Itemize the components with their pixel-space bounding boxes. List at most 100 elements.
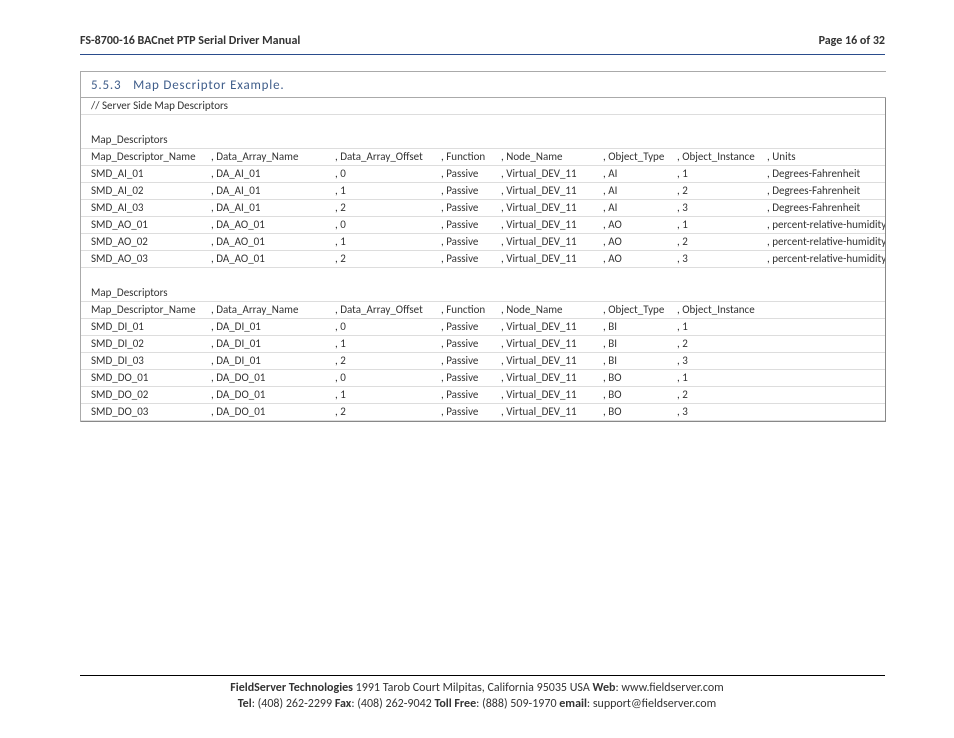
table-cell: , Virtual_DEV_11 xyxy=(501,217,603,233)
table-cell: , AO xyxy=(603,251,677,267)
table-cell: , percent-relative-humidity xyxy=(767,217,885,233)
col-header: , Data_Array_Name xyxy=(211,302,335,318)
table-row: SMD_AI_01, DA_AI_01, 0, Passive, Virtual… xyxy=(81,166,885,183)
table-cell: , Virtual_DEV_11 xyxy=(501,353,603,369)
table-row: SMD_DI_02, DA_DI_01, 1, Passive, Virtual… xyxy=(81,336,885,353)
table-cell: , 2 xyxy=(335,404,441,420)
table-row: SMD_DO_01, DA_DO_01, 0, Passive, Virtual… xyxy=(81,370,885,387)
table-cell: , Passive xyxy=(441,234,501,250)
col-header: , Function xyxy=(441,302,501,318)
block-label-row: Map_Descriptors xyxy=(81,285,885,302)
table-cell: , 3 xyxy=(677,200,767,216)
table-cell: , Passive xyxy=(441,200,501,216)
table-cell: , 3 xyxy=(677,353,767,369)
col-header: , Node_Name xyxy=(501,149,603,165)
col-header: , Object_Type xyxy=(603,302,677,318)
table-cell: , Passive xyxy=(441,166,501,182)
col-header: , Data_Array_Offset xyxy=(335,149,441,165)
table-cell: , Virtual_DEV_11 xyxy=(501,319,603,335)
table-cell: , 1 xyxy=(335,183,441,199)
table-row: SMD_DO_02, DA_DO_01, 1, Passive, Virtual… xyxy=(81,387,885,404)
fax-value: : (408) 262-9042 xyxy=(351,697,434,711)
col-header: Map_Descriptor_Name xyxy=(91,149,211,165)
table-cell: , Virtual_DEV_11 xyxy=(501,166,603,182)
footer-line-2: Tel: (408) 262-2299 Fax: (408) 262-9042 … xyxy=(0,696,954,712)
col-header: , Units xyxy=(767,149,885,165)
blank-row xyxy=(81,268,885,285)
table-cell: , DA_DI_01 xyxy=(211,319,335,335)
table-cell: , BI xyxy=(603,336,677,352)
table-cell: , percent-relative-humidity xyxy=(767,251,885,267)
table-cell: , 0 xyxy=(335,370,441,386)
comment-text: // Server Side Map Descriptors xyxy=(91,98,228,114)
section-number: 5.5.3 xyxy=(91,78,129,93)
email-label: email xyxy=(559,697,587,711)
table-cell: , Virtual_DEV_11 xyxy=(501,336,603,352)
table-cell: , 3 xyxy=(677,404,767,420)
table-cell: , Virtual_DEV_11 xyxy=(501,387,603,403)
table-cell: SMD_AI_01 xyxy=(91,166,211,182)
table-header-row: Map_Descriptor_Name , Data_Array_Name , … xyxy=(81,302,885,319)
table-cell: , DA_DO_01 xyxy=(211,404,335,420)
table-cell: , 1 xyxy=(677,166,767,182)
section-heading: 5.5.3 Map Descriptor Example. xyxy=(81,72,886,98)
table-cell: SMD_DI_02 xyxy=(91,336,211,352)
doc-title: FS-8700-16 BACnet PTP Serial Driver Manu… xyxy=(80,34,300,48)
table-cell: , 2 xyxy=(335,251,441,267)
table-row: SMD_DI_01, DA_DI_01, 0, Passive, Virtual… xyxy=(81,319,885,336)
table-cell: , AI xyxy=(603,183,677,199)
content-box: 5.5.3 Map Descriptor Example. // Server … xyxy=(80,71,886,422)
table-cell: SMD_DO_01 xyxy=(91,370,211,386)
block-label-row: Map_Descriptors xyxy=(81,132,885,149)
table-cell: , Passive xyxy=(441,251,501,267)
table-cell: , 3 xyxy=(677,251,767,267)
table-cell: , Passive xyxy=(441,217,501,233)
table-cell: , DA_AI_01 xyxy=(211,183,335,199)
table-cell: , DA_AO_01 xyxy=(211,217,335,233)
table-cell: , 2 xyxy=(677,387,767,403)
comment-row: // Server Side Map Descriptors xyxy=(81,98,885,115)
table-cell: , Virtual_DEV_11 xyxy=(501,200,603,216)
block-label: Map_Descriptors xyxy=(91,132,211,148)
fax-label: Fax xyxy=(335,697,352,711)
table-cell: , 1 xyxy=(677,217,767,233)
table-cell: SMD_AI_03 xyxy=(91,200,211,216)
col-header: , Function xyxy=(441,149,501,165)
table-cell: , BI xyxy=(603,319,677,335)
table-row: SMD_AI_03, DA_AI_01, 2, Passive, Virtual… xyxy=(81,200,885,217)
blank-row xyxy=(81,115,885,132)
table-cell: , DA_AO_01 xyxy=(211,234,335,250)
table-cell: , 1 xyxy=(335,387,441,403)
table-cell: SMD_DI_03 xyxy=(91,353,211,369)
col-header: , Node_Name xyxy=(501,302,603,318)
table-cell: SMD_DO_02 xyxy=(91,387,211,403)
toll-label: Toll Free xyxy=(434,697,476,711)
table-row: SMD_AO_02, DA_AO_01, 1, Passive, Virtual… xyxy=(81,234,885,251)
table-cell: , AI xyxy=(603,166,677,182)
table-row: SMD_DI_03, DA_DI_01, 2, Passive, Virtual… xyxy=(81,353,885,370)
table-cell: , BO xyxy=(603,404,677,420)
table-cell: , DA_AO_01 xyxy=(211,251,335,267)
table-cell: , Passive xyxy=(441,404,501,420)
table-cell: , DA_DI_01 xyxy=(211,336,335,352)
table-cell: , 1 xyxy=(335,234,441,250)
table-cell: , Degrees-Fahrenheit xyxy=(767,200,885,216)
table-cell: , 1 xyxy=(677,370,767,386)
table-cell: , 0 xyxy=(335,166,441,182)
tel-label: Tel xyxy=(238,697,252,711)
table-cell: , 2 xyxy=(677,183,767,199)
table-cell: , 1 xyxy=(335,336,441,352)
table-cell: , DA_AI_01 xyxy=(211,200,335,216)
table-row: SMD_AO_03, DA_AO_01, 2, Passive, Virtual… xyxy=(81,251,885,268)
col-header: , Object_Instance xyxy=(677,149,767,165)
table-cell: , Virtual_DEV_11 xyxy=(501,234,603,250)
table-cell: , Virtual_DEV_11 xyxy=(501,251,603,267)
table-cell: , Passive xyxy=(441,336,501,352)
table-cell: , Virtual_DEV_11 xyxy=(501,183,603,199)
page-number: Page 16 of 32 xyxy=(819,34,885,48)
table-cell: , 2 xyxy=(335,353,441,369)
page-footer: FieldServer Technologies 1991 Tarob Cour… xyxy=(0,675,954,712)
table-cell: , AO xyxy=(603,234,677,250)
table-cell: SMD_AO_01 xyxy=(91,217,211,233)
table-cell: , Passive xyxy=(441,387,501,403)
